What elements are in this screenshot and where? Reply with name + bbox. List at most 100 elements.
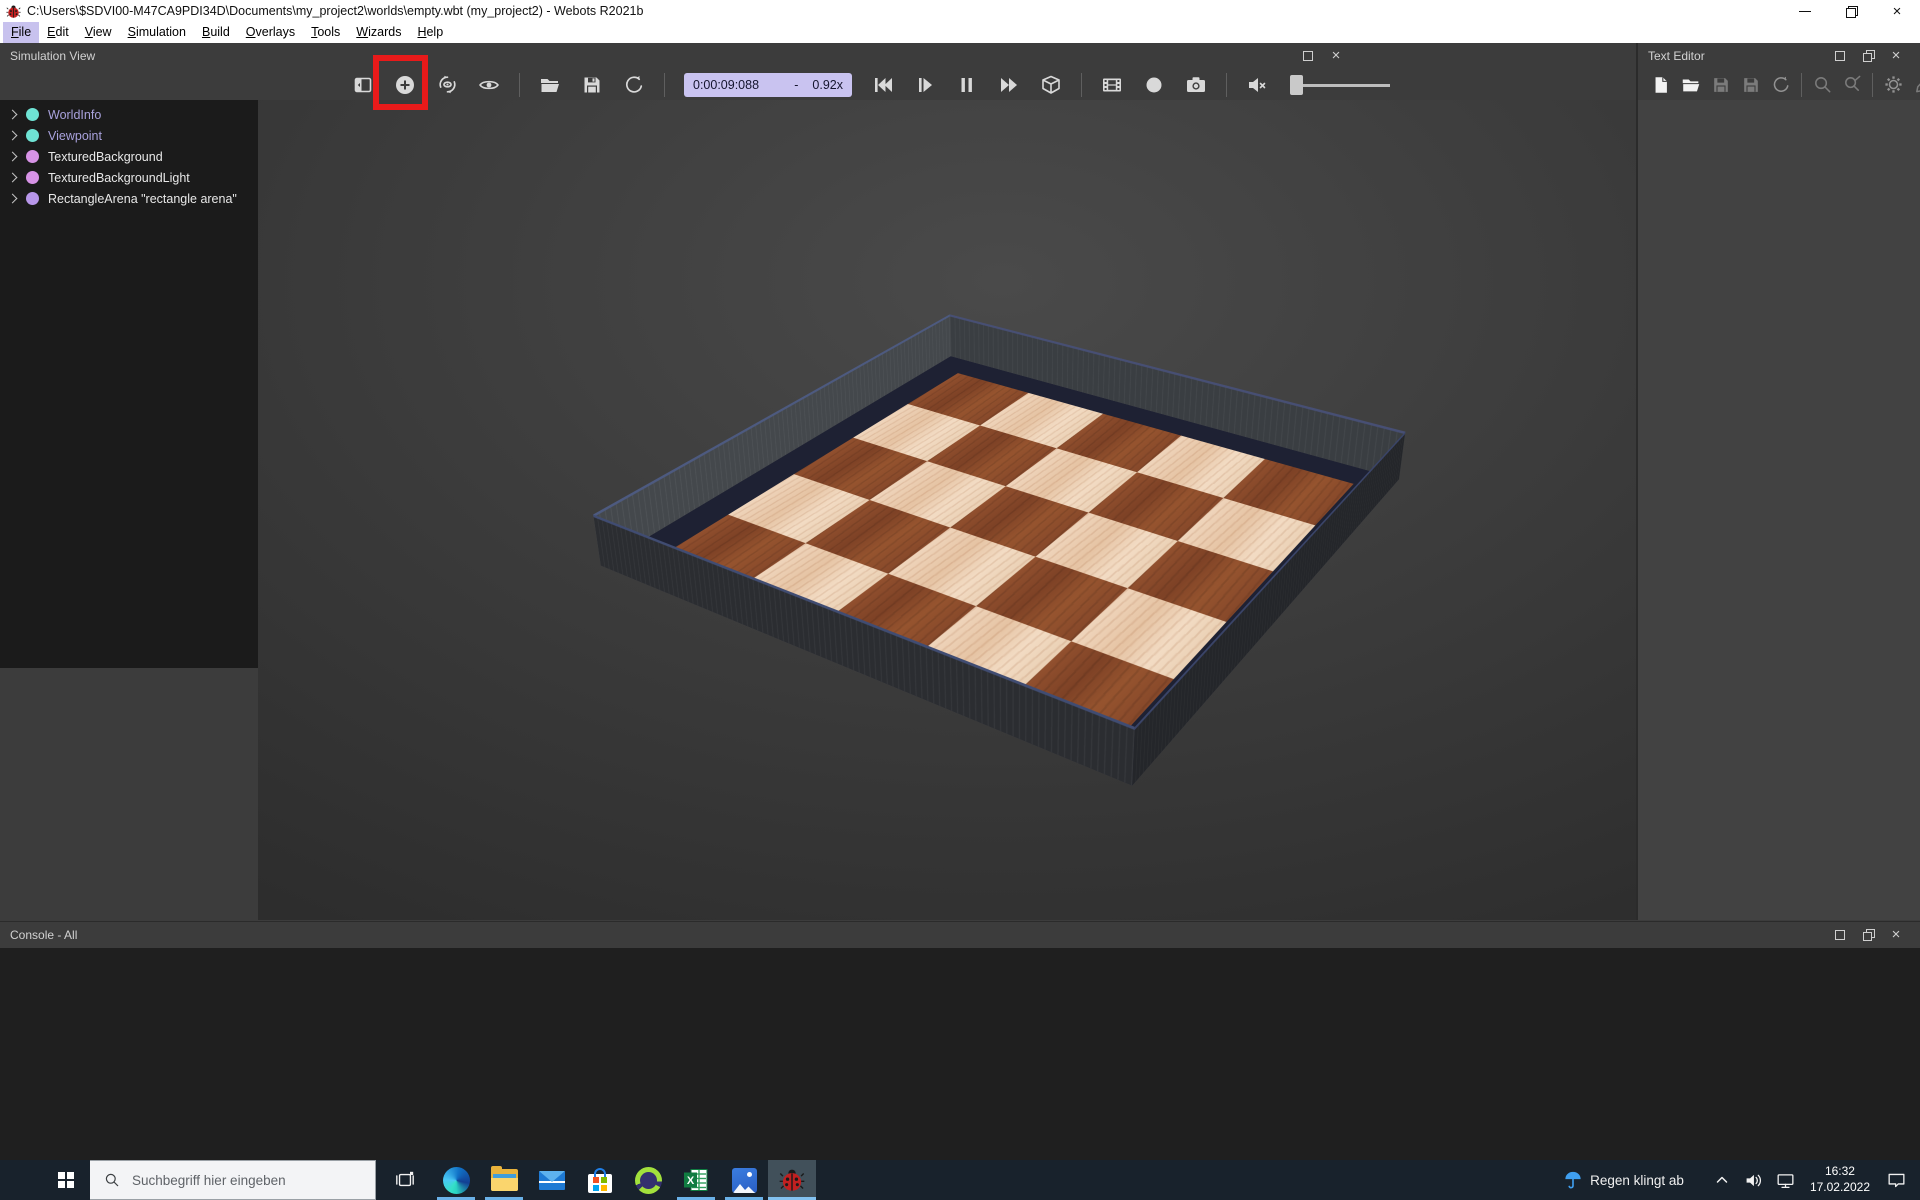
tray-time: 16:32 [1810, 1164, 1870, 1180]
find-replace-icon[interactable] [1841, 73, 1863, 97]
texteditor-close-button[interactable]: × [1886, 47, 1906, 64]
menu-view[interactable]: View [77, 22, 120, 43]
window-controls: × [1782, 0, 1920, 22]
eye-icon[interactable] [474, 72, 504, 98]
console-titlebar: Console - All × [0, 922, 1920, 948]
fast-forward-icon[interactable] [994, 72, 1024, 98]
text-editor-titlebar: Text Editor × [1638, 43, 1920, 69]
menubar: File Edit View Simulation Build Overlays… [0, 22, 1920, 43]
highlight-box [373, 55, 428, 110]
volume-handle[interactable] [1290, 75, 1303, 95]
taskbar-search[interactable] [90, 1160, 376, 1200]
open-file-icon[interactable] [1680, 73, 1702, 97]
tree-item-worldinfo[interactable]: WorldInfo [0, 104, 258, 125]
console-restore-button[interactable] [1858, 926, 1878, 943]
highlight-pen-icon[interactable] [1912, 73, 1920, 97]
weather-widget[interactable]: Regen klingt ab [1564, 1170, 1684, 1190]
task-view-button[interactable] [382, 1160, 428, 1200]
taskbar-app-webots[interactable] [768, 1160, 816, 1200]
edge-icon [443, 1167, 470, 1194]
chevron-right-icon[interactable] [8, 131, 18, 141]
save-file-icon[interactable] [1710, 73, 1732, 97]
console-panel: Console - All × [0, 921, 1920, 1160]
pause-icon[interactable] [952, 72, 982, 98]
simview-maximize-button[interactable] [1298, 47, 1318, 64]
photos-icon [732, 1168, 757, 1193]
chevron-right-icon[interactable] [8, 173, 18, 183]
menu-edit[interactable]: Edit [39, 22, 77, 43]
restore-button[interactable] [1828, 0, 1874, 22]
file-explorer-icon [491, 1169, 518, 1191]
text-editor-body[interactable] [1638, 100, 1920, 920]
taskbar-app-excel[interactable]: X [672, 1160, 720, 1200]
viewport-3d[interactable] [258, 100, 1636, 920]
weather-text: Regen klingt ab [1590, 1173, 1684, 1188]
rendering-cube-icon[interactable] [1036, 72, 1066, 98]
tree-item-viewpoint[interactable]: Viewpoint [0, 125, 258, 146]
chevron-right-icon[interactable] [8, 110, 18, 120]
node-dot-icon [26, 171, 39, 184]
toolbar-separator [664, 73, 665, 97]
screenshot-icon[interactable] [1181, 72, 1211, 98]
menu-build[interactable]: Build [194, 22, 238, 43]
reset-simulation-icon[interactable] [868, 72, 898, 98]
tree-item-texturedbackground[interactable]: TexturedBackground [0, 146, 258, 167]
window-titlebar: C:\Users\$SDVI00-M47CA9PDI34D\Documents\… [0, 0, 1920, 22]
tree-item-rectanglearena[interactable]: RectangleArena "rectangle arena" [0, 188, 258, 209]
taskbar-app-photos[interactable] [720, 1160, 768, 1200]
console-maximize-button[interactable] [1830, 926, 1850, 943]
chevron-right-icon[interactable] [8, 194, 18, 204]
tray-chevron-up-icon[interactable] [1709, 1160, 1735, 1200]
tray-clock[interactable]: 16:32 17.02.2022 [1810, 1164, 1870, 1195]
mail-icon [539, 1171, 565, 1190]
action-center-icon[interactable] [1883, 1160, 1909, 1200]
tray-speaker-icon[interactable] [1741, 1160, 1767, 1200]
restore-viewpoint-icon[interactable] [432, 72, 462, 98]
menu-wizards[interactable]: Wizards [348, 22, 409, 43]
texteditor-restore-button[interactable] [1858, 47, 1878, 64]
simview-close-button[interactable]: × [1326, 47, 1346, 64]
node-dot-icon [26, 192, 39, 205]
taskbar-app-file-explorer[interactable] [480, 1160, 528, 1200]
taskbar-app-edge[interactable] [432, 1160, 480, 1200]
taskbar-app-anyconnect[interactable] [624, 1160, 672, 1200]
window-title: C:\Users\$SDVI00-M47CA9PDI34D\Documents\… [27, 4, 643, 18]
close-button[interactable]: × [1874, 0, 1920, 22]
taskbar-app-store[interactable] [576, 1160, 624, 1200]
node-dot-icon [26, 108, 39, 121]
preferences-gear-icon[interactable] [1882, 73, 1904, 97]
mute-sound-icon[interactable] [1242, 72, 1272, 98]
reload-world-icon[interactable] [619, 72, 649, 98]
menu-simulation[interactable]: Simulation [120, 22, 194, 43]
chevron-right-icon[interactable] [8, 152, 18, 162]
record-icon[interactable] [1139, 72, 1169, 98]
simulation-toolbar: 0:00:09:088 - 0.92x [0, 69, 1636, 100]
simulation-time: 0:00:09:088 [693, 78, 759, 92]
save-world-icon[interactable] [577, 72, 607, 98]
console-body[interactable] [0, 948, 1920, 1161]
tree-item-texturedbackgroundlight[interactable]: TexturedBackgroundLight [0, 167, 258, 188]
open-world-icon[interactable] [535, 72, 565, 98]
volume-slider[interactable] [1290, 73, 1390, 97]
tray-network-icon[interactable] [1773, 1160, 1799, 1200]
console-title: Console - All [10, 928, 77, 942]
search-input[interactable] [132, 1173, 352, 1188]
webots-ladybug-icon [6, 4, 21, 19]
find-icon[interactable] [1811, 73, 1833, 97]
start-button[interactable] [42, 1160, 90, 1200]
new-file-icon[interactable] [1650, 73, 1672, 97]
menu-file[interactable]: File [3, 22, 39, 43]
save-as-icon[interactable] [1740, 73, 1762, 97]
search-icon [104, 1172, 120, 1188]
revert-file-icon[interactable] [1770, 73, 1792, 97]
menu-overlays[interactable]: Overlays [238, 22, 303, 43]
menu-tools[interactable]: Tools [303, 22, 348, 43]
minimize-button[interactable] [1782, 0, 1828, 22]
rectangle-arena-3d [601, 356, 1399, 785]
menu-help[interactable]: Help [409, 22, 451, 43]
step-icon[interactable] [910, 72, 940, 98]
console-close-button[interactable]: × [1886, 926, 1906, 943]
texteditor-maximize-button[interactable] [1830, 47, 1850, 64]
movie-recording-icon[interactable] [1097, 72, 1127, 98]
taskbar-app-mail[interactable] [528, 1160, 576, 1200]
